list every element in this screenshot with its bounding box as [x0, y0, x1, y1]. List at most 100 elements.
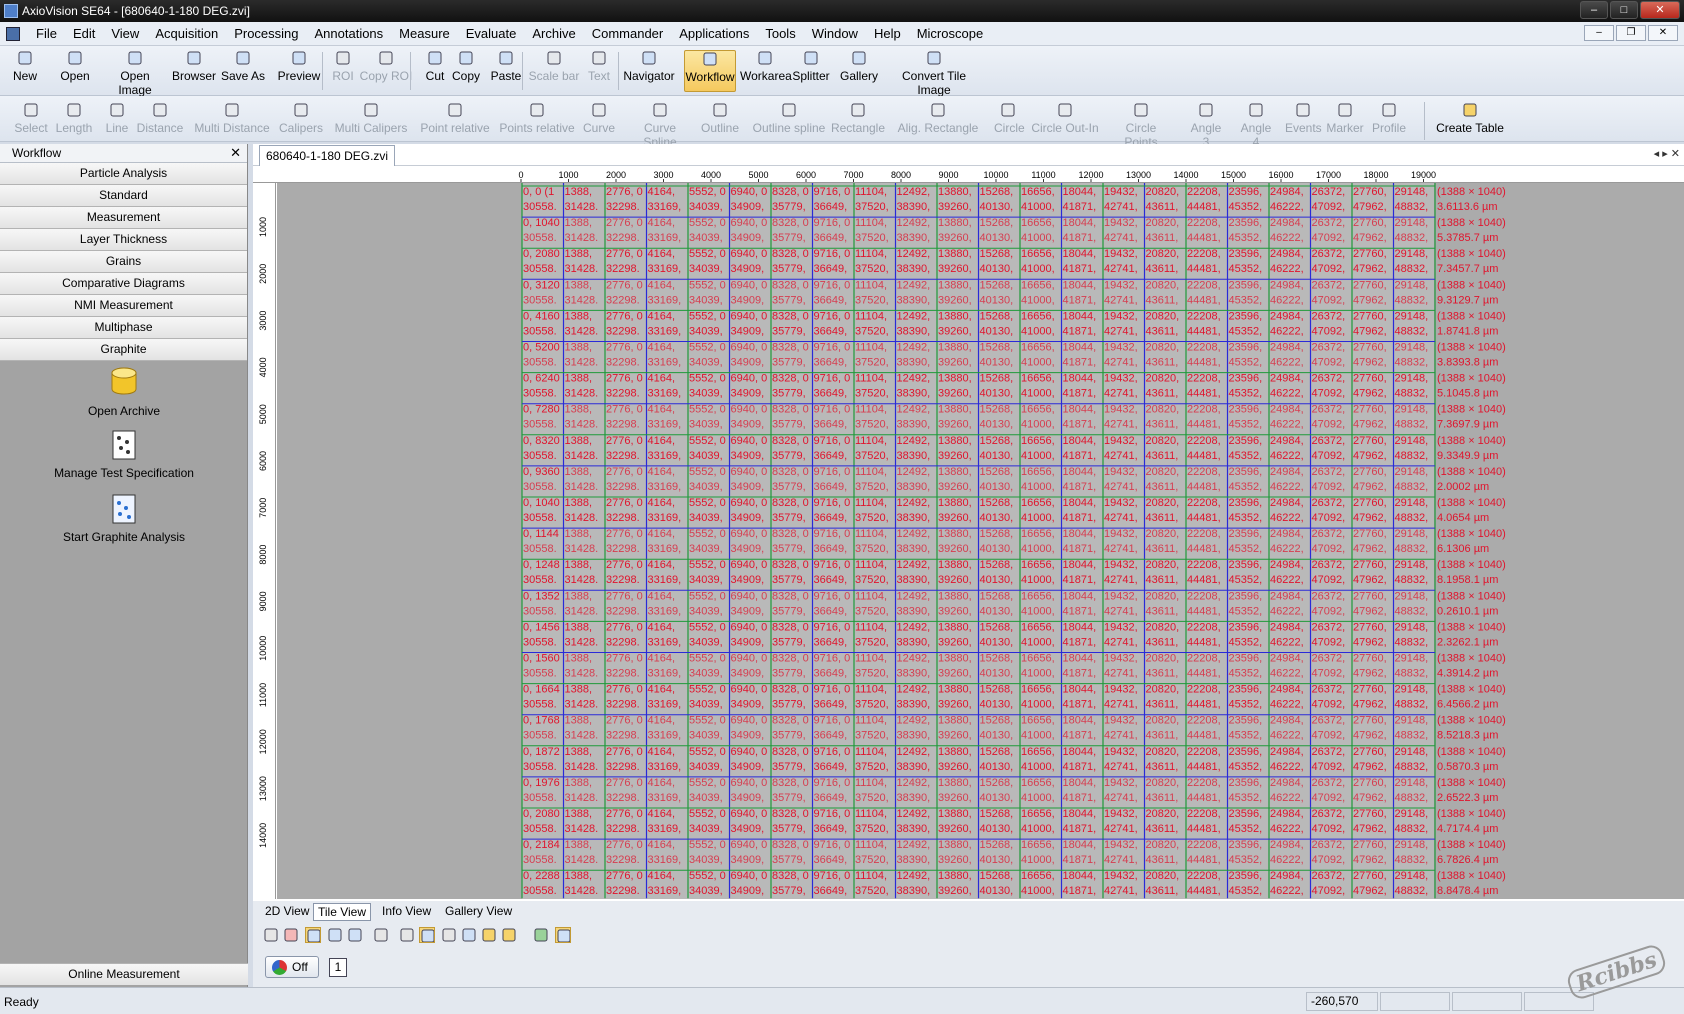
workflow-category-measurement[interactable]: Measurement: [0, 207, 247, 229]
measure-angle-3-button[interactable]: Angle 3: [1186, 102, 1226, 149]
measure-calipers-button[interactable]: Calipers: [278, 102, 324, 144]
task-manage-test-specification[interactable]: Manage Test Specification: [0, 430, 248, 480]
zoom-out-icon[interactable]: [347, 927, 363, 943]
menu-annotations[interactable]: Annotations: [307, 26, 392, 41]
toolbar-preview-button[interactable]: Preview: [276, 50, 322, 92]
measure-circle-points-button[interactable]: Circle Points: [1108, 102, 1174, 149]
menu-processing[interactable]: Processing: [226, 26, 306, 41]
toolbar-copy-roi-button[interactable]: Copy ROI: [358, 50, 414, 92]
workflow-category-nmi-measurement[interactable]: NMI Measurement: [0, 295, 247, 317]
menu-archive[interactable]: Archive: [524, 26, 583, 41]
select-rect-icon[interactable]: [373, 927, 389, 943]
menu-edit[interactable]: Edit: [65, 26, 103, 41]
toolbar-save-as-button[interactable]: Save As: [220, 50, 266, 92]
workflow-category-comparative-diagrams[interactable]: Comparative Diagrams: [0, 273, 247, 295]
toolbar-open-button[interactable]: Open: [54, 50, 96, 92]
mdi-minimize-button[interactable]: –: [1584, 25, 1614, 41]
toolbar-cut-button[interactable]: Cut: [424, 50, 446, 92]
pan-icon[interactable]: [263, 927, 279, 943]
workflow-category-multiphase[interactable]: Multiphase: [0, 317, 247, 339]
grid-icon[interactable]: [461, 927, 477, 943]
toolbar-browser-button[interactable]: Browser: [170, 50, 218, 92]
measure-curve-spline-button[interactable]: Curve Spline: [626, 102, 694, 149]
workflow-category-standard[interactable]: Standard: [0, 185, 247, 207]
measure-create-table-button[interactable]: Create Table: [1430, 102, 1510, 144]
measure-point-relative-button[interactable]: Point relative: [417, 102, 493, 144]
measure-events-button[interactable]: Events: [1285, 102, 1322, 144]
menu-view[interactable]: View: [103, 26, 147, 41]
menu-measure[interactable]: Measure: [391, 26, 458, 41]
measure-distance-button[interactable]: Distance: [136, 102, 184, 144]
workflow-category-graphite[interactable]: Graphite: [0, 339, 247, 361]
menu-microscope[interactable]: Microscope: [909, 26, 991, 41]
measure-points-relative-button[interactable]: Points relative: [498, 102, 576, 144]
toolbar-new-button[interactable]: New: [10, 50, 40, 92]
overlay-icon[interactable]: [441, 927, 457, 943]
toolbar-workflow-button[interactable]: Workflow: [684, 50, 736, 92]
menu-file[interactable]: File: [28, 26, 65, 41]
measure-length-button[interactable]: Length: [54, 102, 94, 144]
tab-gallery-view[interactable]: Gallery View: [441, 903, 516, 921]
delete-marker-icon[interactable]: [283, 927, 299, 943]
menu-help[interactable]: Help: [866, 26, 909, 41]
workflow-category-layer-thickness[interactable]: Layer Thickness: [0, 229, 247, 251]
tab-tile-view[interactable]: Tile View: [313, 903, 372, 921]
document-tab[interactable]: 680640-1-180 DEG.zvi: [259, 145, 396, 166]
mdi-restore-button[interactable]: ❐: [1616, 25, 1646, 41]
overlay-toggle-button[interactable]: Off: [265, 956, 319, 978]
minimize-button[interactable]: –: [1580, 1, 1608, 19]
measure-multi-distance-button[interactable]: Multi Distance: [192, 102, 272, 144]
menu-window[interactable]: Window: [804, 26, 866, 41]
toolbar-navigator-button[interactable]: Navigator: [620, 50, 678, 92]
image-viewport[interactable]: 0, 0 (1 1388, 2776, 0 4164, 5552, 0 6940, 0 83…: [277, 183, 1684, 899]
workflow-category-grains[interactable]: Grains: [0, 251, 247, 273]
measure-angle-4-button[interactable]: Angle 4: [1236, 102, 1276, 149]
measure-rectangle-button[interactable]: Rectangle: [830, 102, 886, 144]
pen-icon[interactable]: [501, 927, 517, 943]
measure-line-button[interactable]: Line: [102, 102, 132, 144]
document-icon[interactable]: [6, 26, 20, 41]
toolbar-paste-button[interactable]: Paste: [488, 50, 524, 92]
measure-outline-button[interactable]: Outline: [700, 102, 740, 144]
measure-outline-spline-button[interactable]: Outline spline: [752, 102, 826, 144]
menu-applications[interactable]: Applications: [671, 26, 757, 41]
measure-multi-calipers-button[interactable]: Multi Calipers: [331, 102, 411, 144]
task-start-graphite-analysis[interactable]: Start Graphite Analysis: [0, 494, 248, 544]
toolbar-copy-button[interactable]: Copy: [450, 50, 482, 92]
toolbar-scale-bar-button[interactable]: Scale bar: [528, 50, 580, 92]
zoom-in-icon[interactable]: [327, 927, 343, 943]
menu-evaluate[interactable]: Evaluate: [458, 26, 525, 41]
page-number-box[interactable]: 1: [329, 958, 347, 977]
task-open-archive[interactable]: Open Archive: [0, 366, 248, 418]
measure-curve-button[interactable]: Curve: [580, 102, 618, 144]
measure-circle-button[interactable]: Circle: [994, 102, 1025, 144]
toolbar-roi-button[interactable]: ROI: [332, 50, 354, 92]
toolbar-open-image-button[interactable]: Open Image: [102, 50, 168, 97]
maximize-button[interactable]: □: [1610, 1, 1638, 19]
online-measurement-button[interactable]: Online Measurement: [0, 963, 248, 985]
export-icon[interactable]: [481, 927, 497, 943]
copy-green-icon[interactable]: [533, 927, 549, 943]
measure-circle-out-in-button[interactable]: Circle Out-In: [1029, 102, 1101, 144]
toolbar-convert-tile-image-button[interactable]: Convert Tile Image: [884, 50, 984, 97]
stage-icon[interactable]: [399, 927, 415, 943]
measure-profile-button[interactable]: Profile: [1369, 102, 1409, 144]
document-nav-icons[interactable]: ◂ ▸ ✕: [1654, 147, 1680, 160]
toolbar-workarea-button[interactable]: Workarea: [740, 50, 792, 92]
measure-alig-rectangle-button[interactable]: Alig. Rectangle: [896, 102, 980, 144]
workflow-category-particle-analysis[interactable]: Particle Analysis: [0, 163, 247, 185]
close-button[interactable]: ✕: [1640, 1, 1680, 19]
mdi-close-button[interactable]: ✕: [1648, 25, 1678, 41]
toolbar-splitter-button[interactable]: Splitter: [790, 50, 832, 92]
measure-marker-button[interactable]: Marker: [1326, 102, 1364, 144]
tab-info-view[interactable]: Info View: [378, 903, 435, 921]
toolbar-text-button[interactable]: Text: [585, 50, 613, 92]
menu-commander[interactable]: Commander: [584, 26, 672, 41]
menu-acquisition[interactable]: Acquisition: [147, 26, 226, 41]
tab-2d-view[interactable]: 2D View: [261, 903, 313, 921]
measure-select-button[interactable]: Select: [10, 102, 52, 144]
focus-icon[interactable]: [419, 927, 435, 943]
zoom-fit-icon[interactable]: [305, 927, 321, 943]
toolbar-gallery-button[interactable]: Gallery: [840, 50, 878, 92]
undo-icon[interactable]: [555, 927, 571, 943]
